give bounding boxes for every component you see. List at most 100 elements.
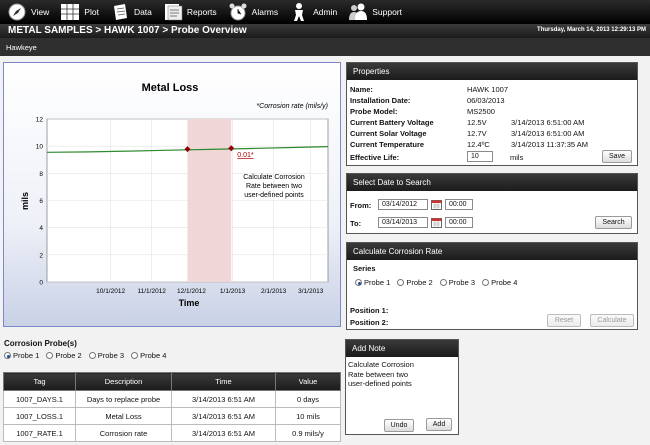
prop-temp-time: 3/14/2013 11:37:35 AM — [511, 140, 589, 149]
nav-data[interactable]: Data — [103, 0, 156, 24]
probe-4-radio[interactable] — [131, 352, 139, 359]
prop-model-label: Probe Model: — [350, 107, 398, 116]
y-axis-ticks: 0 2 4 6 8 10 12 — [36, 117, 44, 287]
nav-plot-label: Plot — [84, 7, 99, 17]
nav-support[interactable]: Support — [341, 0, 406, 24]
to-calendar-icon[interactable] — [431, 217, 442, 228]
x-axis-ticks: 10/1/2012 11/1/2012 12/1/2012 1/1/2013 2/1/2… — [96, 288, 324, 295]
probe-4-option[interactable]: Probe 4 — [131, 351, 166, 360]
corrosion-rate-title: Calculate Corrosion Rate — [347, 243, 637, 260]
alarm-clock-icon — [227, 2, 249, 22]
nav-view-label: View — [31, 7, 50, 17]
probe-4-label: Probe 4 — [140, 351, 167, 360]
people-icon — [347, 2, 369, 22]
probe-2-option[interactable]: Probe 2 — [46, 351, 82, 360]
probe-1-label: Probe 1 — [13, 351, 40, 360]
cell-tag: 1007_RATE.1 — [3, 424, 76, 442]
cell-tag: 1007_LOSS.1 — [3, 407, 76, 425]
nav-view[interactable]: View — [0, 0, 53, 24]
table-header-row: Tag Description Time Value — [3, 372, 341, 391]
probe-1-option[interactable]: Probe 1 — [4, 351, 39, 360]
search-button[interactable]: Search — [595, 216, 632, 229]
nav-alarms-label: Alarms — [251, 7, 279, 17]
nav-plot[interactable]: Plot — [53, 0, 103, 24]
prop-install-label: Installation Date: — [350, 96, 411, 105]
col-time[interactable]: Time — [171, 372, 276, 391]
table-row[interactable]: 1007_RATE.1 Corrosion rate 3/14/2013 6:5… — [3, 424, 341, 442]
prop-name-label: Name: — [350, 85, 373, 94]
x-tick-label: 1/1/2013 — [220, 288, 246, 295]
to-time-input[interactable]: 00:00 — [445, 217, 473, 228]
cell-time: 3/14/2013 6:51 AM — [171, 407, 276, 425]
radio-probe-4[interactable] — [482, 279, 490, 286]
nav-reports[interactable]: Reports — [156, 0, 221, 24]
nav-alarms[interactable]: Alarms — [221, 0, 282, 24]
prop-solar-label: Current Solar Voltage — [350, 129, 427, 138]
position-1-label: Position 1: — [350, 306, 389, 315]
to-label: To: — [350, 219, 362, 228]
y-tick-label: 0 — [39, 280, 43, 287]
prop-name-value: HAWK 1007 — [467, 85, 508, 94]
probe-3-label: Probe 3 — [97, 351, 125, 360]
date-search-title: Select Date to Search — [347, 174, 637, 191]
series-probe-1-label: Probe 1 — [364, 278, 391, 287]
x-tick-label: 10/1/2012 — [96, 288, 125, 295]
series-radio-group: Probe 1 Probe 2 Probe 3 Probe 4 — [355, 278, 522, 287]
series-probe-1[interactable]: Probe 1 — [355, 278, 390, 287]
from-date-input[interactable]: 03/14/2012 — [378, 199, 428, 210]
from-time-input[interactable]: 00:00 — [445, 199, 473, 210]
series-probe-3[interactable]: Probe 3 — [439, 278, 475, 287]
y-tick-label: 10 — [36, 144, 44, 151]
note-textarea[interactable]: Calculate Corrosion Rate between two use… — [348, 360, 456, 416]
col-tag[interactable]: Tag — [3, 372, 76, 391]
save-button[interactable]: Save — [602, 150, 632, 163]
to-date-input[interactable]: 03/14/2013 — [378, 217, 428, 228]
probe-3-option[interactable]: Probe 3 — [88, 351, 125, 360]
nav-data-label: Data — [133, 7, 152, 17]
series-label: Series — [353, 264, 376, 273]
tags-table: Tag Description Time Value 1007_DAYS.1 D… — [3, 372, 341, 442]
date-search-panel: Select Date to Search From: 03/14/2012 0… — [346, 173, 638, 234]
radio-probe-1[interactable] — [355, 279, 362, 286]
probe-2-radio[interactable] — [46, 352, 54, 359]
y-tick-label: 12 — [36, 117, 44, 124]
from-label: From: — [350, 201, 372, 210]
chart-title: Metal Loss — [142, 82, 199, 94]
metal-loss-chart[interactable]: Metal Loss *Corrosion rate (mils/y) 0 2 4 6… — [4, 63, 342, 328]
prop-model-value: MS2500 — [467, 107, 495, 116]
add-button[interactable]: Add — [426, 418, 452, 431]
effective-life-input[interactable]: 10 — [467, 151, 493, 162]
annotation-line: Rate between two — [246, 183, 302, 190]
series-probe-4-label: Probe 4 — [491, 278, 518, 287]
x-tick-label: 11/1/2012 — [137, 288, 166, 295]
radio-probe-2[interactable] — [397, 279, 405, 286]
undo-button[interactable]: Undo — [384, 419, 414, 432]
series-probe-2[interactable]: Probe 2 — [397, 278, 433, 287]
nav-admin[interactable]: Admin — [282, 0, 341, 24]
nav-reports-label: Reports — [186, 7, 217, 17]
probe-3-radio[interactable] — [88, 352, 96, 359]
chart-legend-note: *Corrosion rate (mils/y) — [256, 103, 328, 110]
calculate-button[interactable]: Calculate — [590, 314, 634, 327]
table-row[interactable]: 1007_LOSS.1 Metal Loss 3/14/2013 6:51 AM… — [3, 407, 341, 425]
y-tick-label: 8 — [39, 171, 43, 178]
series-probe-4[interactable]: Probe 4 — [482, 278, 517, 287]
reset-button[interactable]: Reset — [547, 314, 581, 327]
effective-life-unit: mils — [510, 153, 524, 162]
cell-value: 0.9 mils/y — [275, 424, 341, 442]
table-row[interactable]: 1007_DAYS.1 Days to replace probe 3/14/2… — [3, 390, 341, 408]
selected-range-highlight — [187, 119, 232, 282]
y-tick-label: 4 — [39, 225, 43, 232]
nav-support-label: Support — [372, 7, 402, 17]
x-tick-label: 12/1/2012 — [177, 288, 206, 295]
probe-1-radio[interactable] — [4, 352, 11, 359]
radio-probe-3[interactable] — [439, 279, 447, 286]
nav-admin-label: Admin — [313, 7, 338, 17]
position-2-label: Position 2: — [350, 318, 389, 327]
col-value[interactable]: Value — [275, 372, 341, 391]
col-description[interactable]: Description — [75, 372, 172, 391]
from-calendar-icon[interactable] — [431, 199, 442, 210]
add-note-panel: Add Note Calculate Corrosion Rate betwee… — [345, 339, 459, 435]
cell-description: Metal Loss — [75, 407, 172, 425]
person-icon — [288, 2, 310, 22]
